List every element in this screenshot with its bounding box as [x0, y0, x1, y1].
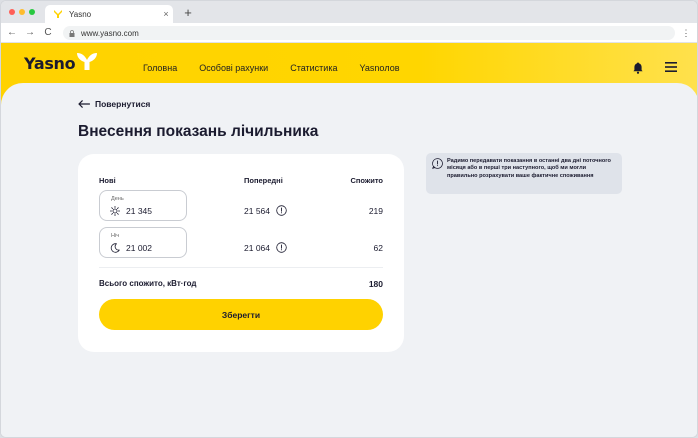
close-window-dot[interactable] — [9, 9, 15, 15]
new-tab-button[interactable]: + — [181, 5, 195, 21]
day-input-label: День — [111, 196, 124, 202]
col-header-used: Спожито — [350, 176, 383, 185]
main-content: Повернутися Внесення показань лічильника… — [1, 83, 697, 437]
nav-item-yasnolov[interactable]: Yasnoлов — [359, 63, 399, 73]
night-previous-value: 21 064 — [244, 242, 287, 253]
maximize-window-dot[interactable] — [29, 9, 35, 15]
window-controls — [9, 9, 35, 15]
moon-icon — [110, 243, 120, 253]
info-icon[interactable] — [276, 205, 287, 216]
browser-tab[interactable]: Yasno × — [45, 5, 173, 23]
info-icon[interactable] — [276, 242, 287, 253]
logo-text: Yasno — [24, 54, 76, 73]
save-button[interactable]: Зберегти — [99, 299, 383, 330]
browser-window: Yasno × + ← → C www.yasno.com ⋮ Yasno Го… — [0, 0, 698, 438]
total-label: Всього спожито, кВт·год — [99, 279, 197, 288]
back-nav-icon[interactable]: ← — [5, 27, 19, 38]
yasno-logo-mark-icon — [77, 52, 98, 70]
hamburger-menu-icon[interactable] — [665, 62, 677, 72]
info-icon — [432, 158, 443, 169]
nav-item-statistics[interactable]: Статистика — [290, 63, 337, 73]
tab-title: Yasno — [69, 9, 92, 19]
tab-bar: Yasno × + — [1, 1, 697, 23]
reload-icon[interactable]: C — [41, 27, 55, 38]
day-input-value: 21 345 — [126, 206, 152, 216]
night-input-value: 21 002 — [126, 243, 152, 253]
browser-menu-icon[interactable]: ⋮ — [681, 27, 691, 39]
lock-icon — [69, 29, 75, 37]
day-reading-input[interactable]: День 21 345 — [99, 190, 187, 221]
page-title: Внесення показань лічильника — [78, 123, 319, 140]
night-reading-input[interactable]: Ніч 21 002 — [99, 227, 187, 258]
night-used-value: 62 — [373, 243, 383, 253]
day-previous-value: 21 564 — [244, 205, 287, 216]
tab-close-icon[interactable]: × — [159, 9, 173, 19]
forward-nav-icon[interactable]: → — [23, 27, 37, 38]
address-bar: ← → C www.yasno.com ⋮ — [1, 23, 697, 43]
nav-item-home[interactable]: Головна — [143, 63, 177, 73]
url-text: www.yasno.com — [81, 28, 139, 38]
arrow-left-icon — [78, 100, 90, 108]
back-link-label: Повернутися — [95, 99, 151, 109]
nav-item-accounts[interactable]: Особові рахунки — [199, 63, 268, 73]
back-link[interactable]: Повернутися — [78, 99, 150, 109]
yasno-favicon-icon — [54, 10, 62, 18]
yasno-logo[interactable]: Yasno — [24, 52, 98, 73]
divider — [99, 267, 383, 268]
url-input[interactable]: www.yasno.com — [63, 26, 675, 40]
hint-text: Радимо передавати показання в останні дв… — [447, 158, 611, 179]
total-value: 180 — [368, 279, 383, 289]
page: Yasno Головна Особові рахунки Статистика… — [1, 43, 697, 437]
main-nav: Головна Особові рахунки Статистика Yasno… — [143, 63, 421, 73]
day-previous-text: 21 564 — [244, 205, 270, 216]
col-header-previous: Попередні — [244, 176, 283, 185]
sun-icon — [110, 206, 120, 216]
night-previous-text: 21 064 — [244, 242, 270, 253]
col-header-new: Нові — [99, 176, 116, 185]
minimize-window-dot[interactable] — [19, 9, 25, 15]
bell-icon[interactable] — [633, 62, 643, 74]
hint-box: Радимо передавати показання в останні дв… — [426, 153, 622, 194]
readings-card: Нові Попередні Спожито День 21 345 21 56… — [78, 154, 404, 352]
day-used-value: 219 — [368, 206, 383, 216]
night-input-label: Ніч — [111, 233, 120, 239]
